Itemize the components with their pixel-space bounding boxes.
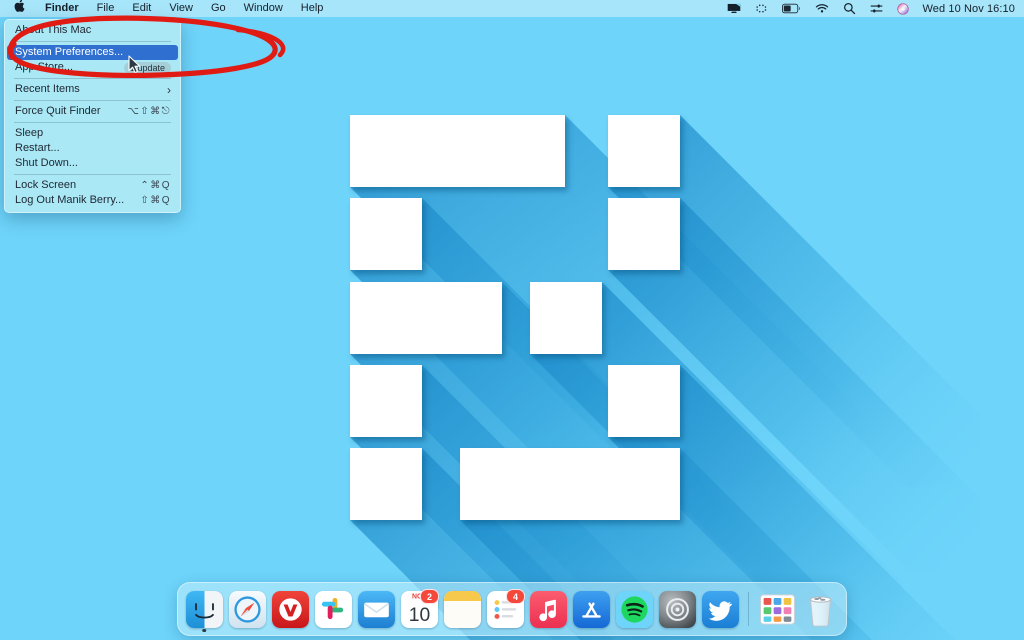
wallpaper-tile bbox=[350, 448, 422, 520]
dock-item-spotify[interactable] bbox=[615, 590, 653, 628]
control-center-icon[interactable] bbox=[863, 0, 890, 17]
dock-item-calendar[interactable]: NOV 10 2 bbox=[400, 589, 439, 628]
spotlight-search-icon[interactable] bbox=[836, 0, 863, 17]
menu-separator bbox=[14, 41, 171, 42]
dock-item-system-preferences[interactable] bbox=[658, 590, 696, 628]
dotted-circle-icon[interactable] bbox=[748, 0, 775, 17]
dock-item-notes[interactable] bbox=[443, 590, 481, 628]
desktop-screen: Finder File Edit View Go Window Help Wed… bbox=[0, 0, 1024, 640]
apple-menu-item-log-out-manik-berry[interactable]: Log Out Manik Berry... ⇧⌘Q bbox=[5, 193, 180, 208]
wifi-icon[interactable] bbox=[808, 0, 836, 17]
apple-menu-item-restart[interactable]: Restart... bbox=[5, 141, 180, 156]
menu-item-label: Force Quit Finder bbox=[15, 105, 101, 117]
menu-item-label: Sleep bbox=[15, 127, 44, 139]
menu-item-label: Recent Items bbox=[15, 83, 80, 95]
notes-icon bbox=[443, 590, 481, 628]
menu-separator bbox=[14, 78, 171, 79]
apple-menu-item-lock-screen[interactable]: Lock Screen ⌃⌘Q bbox=[5, 178, 180, 193]
music-icon bbox=[529, 590, 567, 628]
dock-badge-calendar: 2 bbox=[420, 589, 439, 604]
menu-item-window[interactable]: Window bbox=[235, 0, 292, 17]
color-wheel-icon[interactable] bbox=[890, 0, 916, 17]
mail-icon bbox=[357, 590, 395, 628]
menu-item-finder[interactable]: Finder bbox=[36, 0, 88, 17]
menu-bar-status-area: Wed 10 Nov 16:10 bbox=[720, 0, 1024, 17]
apple-menu-dropdown[interactable]: About This Mac System Preferences... App S… bbox=[4, 19, 181, 213]
dock-item-reminders[interactable]: 4 bbox=[486, 589, 525, 628]
menu-separator bbox=[14, 122, 171, 123]
menu-item-label: Log Out Manik Berry... bbox=[15, 194, 125, 206]
spotify-icon bbox=[615, 590, 653, 628]
menu-bar-left: Finder File Edit View Go Window Help bbox=[0, 0, 332, 17]
screen-mirroring-icon[interactable] bbox=[720, 0, 748, 17]
dock-separator bbox=[748, 592, 749, 626]
apple-logo-glyph bbox=[14, 0, 25, 12]
finder-icon bbox=[185, 590, 223, 628]
apple-menu-item-app-store[interactable]: App Store... 1 update bbox=[5, 60, 180, 75]
menu-item-edit[interactable]: Edit bbox=[123, 0, 160, 17]
svg-text:10: 10 bbox=[408, 605, 429, 626]
safari-icon bbox=[228, 590, 266, 628]
wallpaper-tile bbox=[608, 115, 680, 187]
trash-icon bbox=[802, 591, 839, 628]
menu-item-shortcut: ⌃⌘Q bbox=[140, 180, 171, 191]
app-store-icon bbox=[572, 590, 610, 628]
menu-item-label: App Store... bbox=[15, 61, 74, 73]
system-preferences-icon bbox=[658, 590, 696, 628]
apple-logo-icon[interactable] bbox=[8, 0, 36, 16]
menu-separator bbox=[14, 100, 171, 101]
dock-item-trash[interactable] bbox=[801, 590, 839, 628]
mouse-cursor-arrow-pointer bbox=[128, 55, 141, 74]
apple-menu-item-sleep[interactable]: Sleep bbox=[5, 126, 180, 141]
menu-bar-clock[interactable]: Wed 10 Nov 16:10 bbox=[916, 3, 1015, 15]
apple-menu-item-shut-down[interactable]: Shut Down... bbox=[5, 156, 180, 171]
dock-item-twitter[interactable] bbox=[701, 590, 739, 628]
chevron-right-icon: › bbox=[167, 82, 171, 97]
menu-item-file[interactable]: File bbox=[88, 0, 124, 17]
menu-item-view[interactable]: View bbox=[160, 0, 202, 17]
apple-menu-item-force-quit-finder[interactable]: Force Quit Finder ⌥⇧⌘⎋ bbox=[5, 104, 180, 119]
menu-item-label: Lock Screen bbox=[15, 179, 77, 191]
menu-separator bbox=[14, 174, 171, 175]
vivaldi-icon bbox=[271, 590, 309, 628]
dock-item-finder[interactable] bbox=[185, 590, 223, 632]
dock-item-downloads-stack[interactable] bbox=[758, 590, 796, 628]
dock-item-music[interactable] bbox=[529, 590, 567, 628]
dock-item-app-store[interactable] bbox=[572, 590, 610, 628]
menu-item-label: Restart... bbox=[15, 142, 60, 154]
dock[interactable]: NOV 10 2 4 bbox=[177, 582, 847, 636]
menu-item-label: Shut Down... bbox=[15, 157, 78, 169]
wallpaper-tile bbox=[608, 198, 680, 270]
apple-menu-item-recent-items[interactable]: Recent Items › bbox=[5, 82, 180, 97]
wallpaper-tile bbox=[350, 365, 422, 437]
wallpaper-tile bbox=[608, 365, 680, 437]
dock-item-mail[interactable] bbox=[357, 590, 395, 628]
menu-bar: Finder File Edit View Go Window Help Wed… bbox=[0, 0, 1024, 17]
twitter-icon bbox=[701, 590, 739, 628]
wallpaper-tile bbox=[530, 282, 602, 354]
wallpaper-tile bbox=[350, 282, 502, 354]
menu-item-go[interactable]: Go bbox=[202, 0, 235, 17]
apple-menu-item-system-preferences[interactable]: System Preferences... bbox=[7, 45, 178, 60]
wallpaper-tile bbox=[350, 198, 422, 270]
downloads-stack-icon bbox=[759, 591, 796, 628]
menu-item-shortcut: ⌥⇧⌘⎋ bbox=[127, 106, 171, 117]
menu-item-help[interactable]: Help bbox=[292, 0, 333, 17]
dock-item-vivaldi[interactable] bbox=[271, 590, 309, 628]
dock-badge-reminders: 4 bbox=[506, 589, 525, 604]
menu-item-shortcut: ⇧⌘Q bbox=[140, 195, 171, 206]
dock-item-safari[interactable] bbox=[228, 590, 266, 628]
menu-item-label: About This Mac bbox=[15, 24, 92, 36]
running-indicator-dot bbox=[202, 628, 206, 632]
battery-icon[interactable] bbox=[775, 0, 808, 17]
dock-item-slack[interactable] bbox=[314, 590, 352, 628]
menu-item-label: System Preferences... bbox=[15, 46, 124, 58]
wallpaper-tile bbox=[460, 448, 680, 520]
apple-menu-item-about-this-mac[interactable]: About This Mac bbox=[5, 23, 180, 38]
slack-icon bbox=[314, 590, 352, 628]
wallpaper-tile bbox=[350, 115, 565, 187]
